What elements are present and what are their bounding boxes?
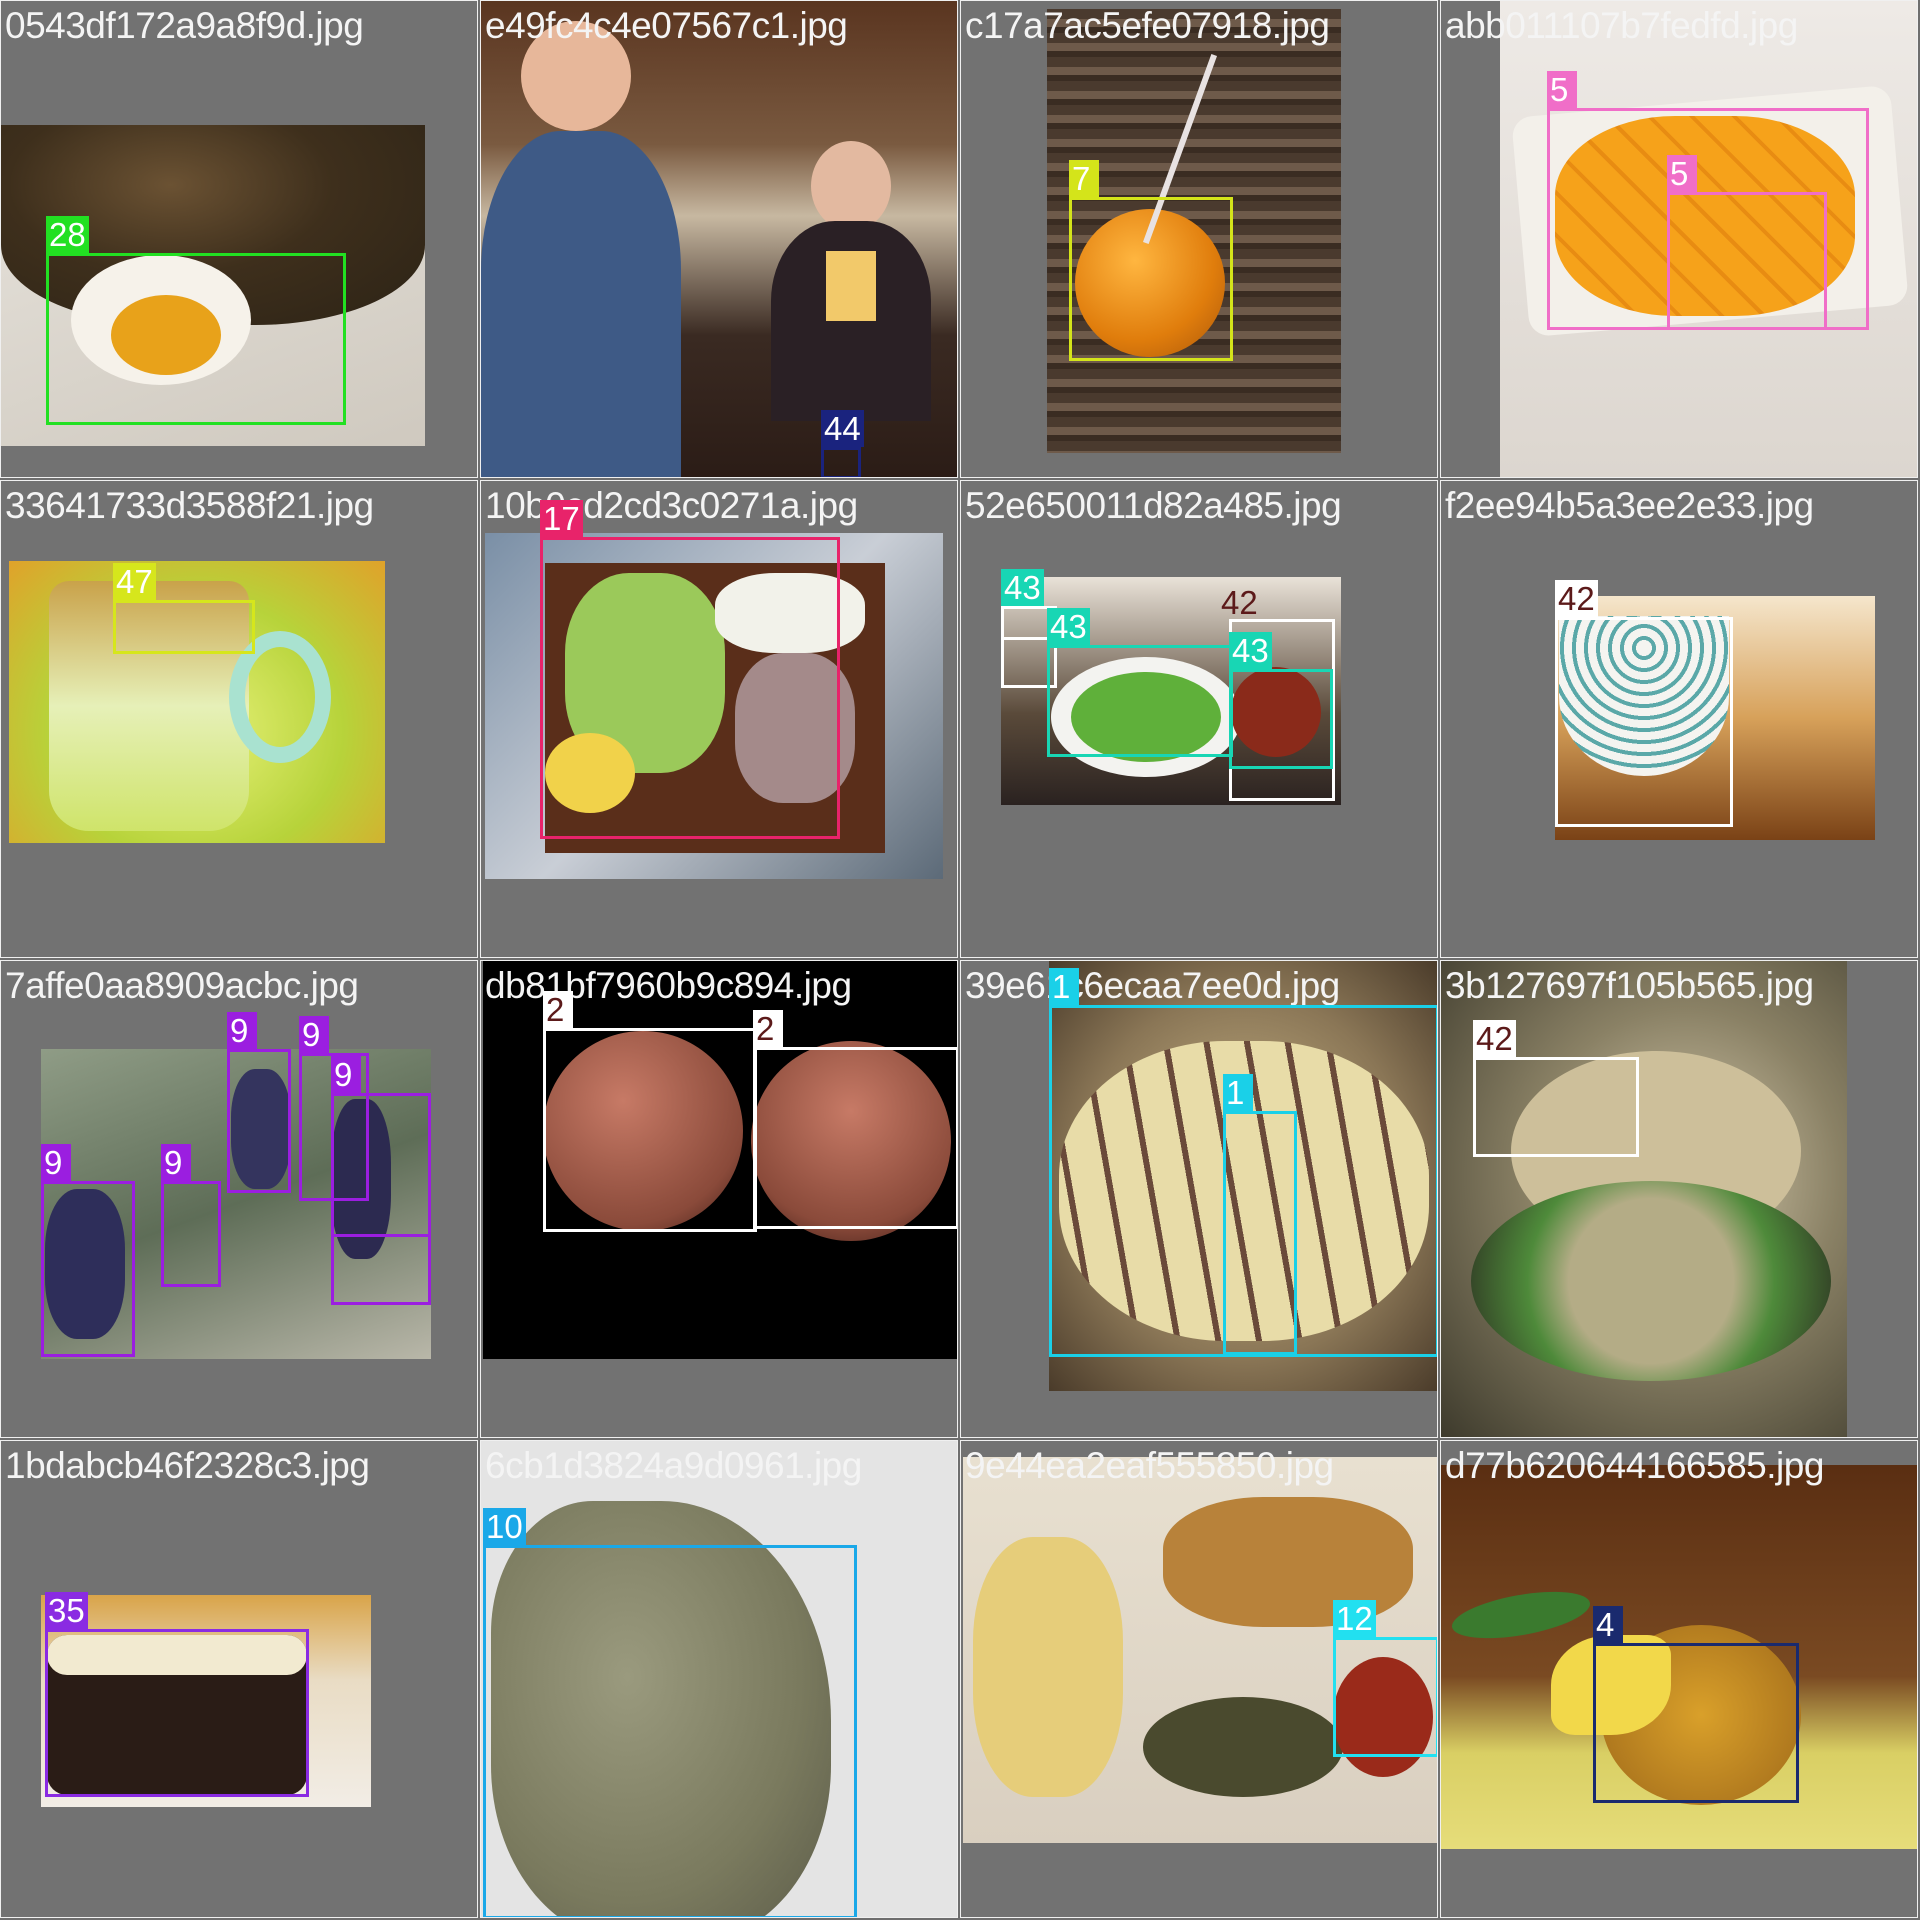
grid-cell: 33641733d3588f21.jpg 47 xyxy=(0,480,478,958)
class-label: 42 xyxy=(1555,580,1598,617)
grid-cell: abb011107b7fedfd.jpg 5 5 xyxy=(1440,0,1918,478)
class-label: 9 xyxy=(227,1012,257,1049)
grid-cell: d77b620644166585.jpg 4 xyxy=(1440,1440,1918,1918)
class-label: 43 xyxy=(1229,632,1272,669)
filename-label: f2ee94b5a3ee2e33.jpg xyxy=(1445,485,1814,526)
filename-label: 0543df172a9a8f9d.jpg xyxy=(5,5,364,46)
bounding-box: 43 xyxy=(1229,632,1333,769)
filename-label: 3b127697f105b565.jpg xyxy=(1445,965,1814,1006)
filename-label: d77b620644166585.jpg xyxy=(1445,1445,1824,1486)
filename-label: c17a7ac5efe07918.jpg xyxy=(965,5,1330,46)
grid-cell: 9e44ea2eaf555850.jpg 12 xyxy=(960,1440,1438,1918)
class-label: 43 xyxy=(1047,608,1090,645)
class-label: 42 xyxy=(1473,1020,1516,1057)
bounding-box: 12 xyxy=(1333,1600,1437,1757)
grid-cell: 39e61c6ecaa7ee0d.jpg 1 1 xyxy=(960,960,1438,1438)
bounding-box: 10 xyxy=(483,1508,857,1917)
class-label: 47 xyxy=(113,563,156,600)
grid-cell: 1bdabcb46f2328c3.jpg 35 xyxy=(0,1440,478,1918)
class-label: 28 xyxy=(46,216,89,253)
kitchen-photo xyxy=(481,1,957,477)
grid-cell: 7affe0aa8909acbc.jpg 9 9 9 9 9 xyxy=(0,960,478,1438)
bounding-box: 9 xyxy=(41,1144,135,1357)
class-label: 1 xyxy=(1049,968,1079,1005)
filename-label: abb011107b7fedfd.jpg xyxy=(1445,5,1798,46)
image-grid: 0543df172a9a8f9d.jpg 28 e49fc4c4e07567c1… xyxy=(0,0,1920,1920)
class-label: 2 xyxy=(543,991,573,1028)
grid-cell: c17a7ac5efe07918.jpg 7 xyxy=(960,0,1438,478)
grid-cell: 52e650011d82a485.jpg 43 43 42 43 xyxy=(960,480,1438,958)
bounding-box: 42 xyxy=(1555,580,1733,827)
bounding-box: 1 xyxy=(1223,1074,1297,1355)
filename-label: 7affe0aa8909acbc.jpg xyxy=(5,965,359,1006)
filename-label: 33641733d3588f21.jpg xyxy=(5,485,374,526)
class-label: 12 xyxy=(1333,1600,1376,1637)
class-label: 4 xyxy=(1593,1606,1623,1643)
class-label: 42 xyxy=(1221,584,1258,621)
grid-cell: 0543df172a9a8f9d.jpg 28 xyxy=(0,0,478,478)
bounding-box: 42 xyxy=(1473,1020,1639,1157)
class-label: 9 xyxy=(299,1016,329,1053)
filename-label: 52e650011d82a485.jpg xyxy=(965,485,1342,526)
class-label: 17 xyxy=(540,500,583,537)
bounding-box: 28 xyxy=(46,216,346,425)
bounding-box: 44 xyxy=(821,410,864,477)
filename-label: 39e61c6ecaa7ee0d.jpg xyxy=(965,965,1340,1006)
bounding-box: 5 xyxy=(1667,155,1827,330)
bounding-box: 2 xyxy=(543,991,757,1232)
bounding-box xyxy=(331,1093,431,1305)
bounding-box: 43 xyxy=(1047,608,1233,757)
filename-label: 6cb1d3824a9d0961.jpg xyxy=(485,1445,862,1486)
grid-cell: db81bf7960b9c894.jpg 2 2 xyxy=(480,960,958,1438)
bounding-box: 47 xyxy=(113,563,255,654)
bounding-box: 17 xyxy=(540,500,840,839)
grid-cell: 3b127697f105b565.jpg 42 xyxy=(1440,960,1918,1438)
filename-label: e49fc4c4e07567c1.jpg xyxy=(485,5,848,46)
class-label: 2 xyxy=(753,1010,783,1047)
class-label: 43 xyxy=(1001,569,1044,606)
bounding-box: 2 xyxy=(753,1010,957,1229)
filename-label: db81bf7960b9c894.jpg xyxy=(485,965,852,1006)
grid-cell: f2ee94b5a3ee2e33.jpg 42 xyxy=(1440,480,1918,958)
class-label: 44 xyxy=(821,410,864,447)
bounding-box: 7 xyxy=(1069,160,1233,361)
class-label: 9 xyxy=(331,1056,361,1093)
grid-cell: 10b0cd2cd3c0271a.jpg 17 xyxy=(480,480,958,958)
bounding-box: 4 xyxy=(1593,1606,1799,1803)
bounding-box: 35 xyxy=(45,1592,309,1797)
class-label: 7 xyxy=(1069,160,1099,197)
class-label: 9 xyxy=(161,1144,191,1181)
class-label: 9 xyxy=(41,1144,71,1181)
class-label: 10 xyxy=(483,1508,526,1545)
filename-label: 9e44ea2eaf555850.jpg xyxy=(965,1445,1334,1486)
grid-cell: 6cb1d3824a9d0961.jpg 10 xyxy=(480,1440,958,1918)
class-label: 5 xyxy=(1667,155,1697,192)
filename-label: 1bdabcb46f2328c3.jpg xyxy=(5,1445,370,1486)
class-label: 35 xyxy=(45,1592,88,1629)
grid-cell: e49fc4c4e07567c1.jpg 44 xyxy=(480,0,958,478)
bounding-box: 9 xyxy=(227,1012,291,1193)
bounding-box: 9 xyxy=(161,1144,221,1287)
class-label: 5 xyxy=(1547,71,1577,108)
class-label: 1 xyxy=(1223,1074,1253,1111)
